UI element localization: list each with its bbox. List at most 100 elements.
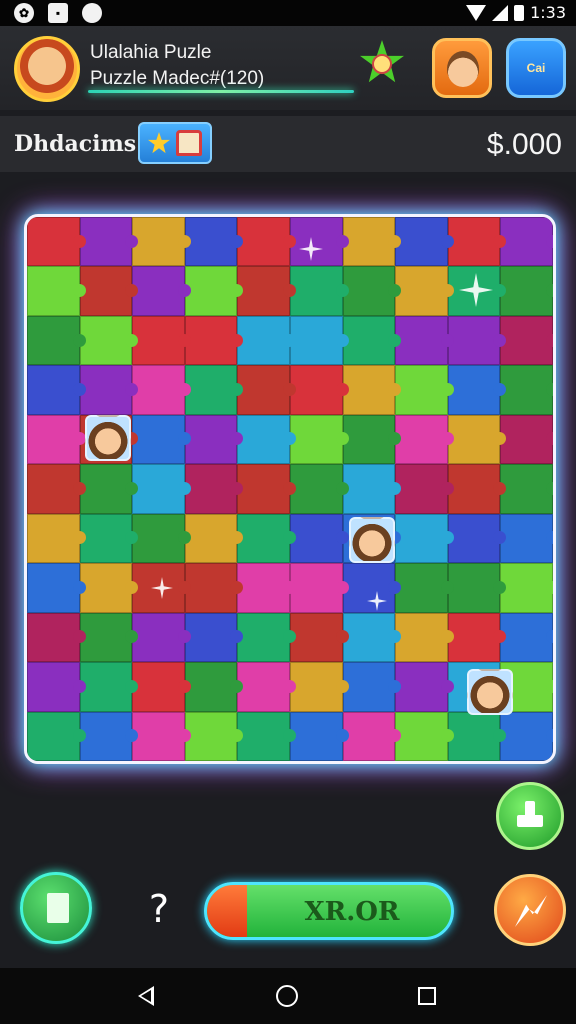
- puzzle-piece[interactable]: [289, 711, 349, 761]
- puzzle-piece[interactable]: [342, 563, 401, 613]
- puzzle-piece[interactable]: [500, 365, 553, 415]
- puzzle-piece[interactable]: [395, 711, 454, 761]
- puzzle-piece[interactable]: [184, 513, 243, 564]
- puzzle-piece[interactable]: [500, 513, 553, 564]
- puzzle-piece[interactable]: [289, 662, 349, 712]
- sort-button[interactable]: [20, 872, 92, 944]
- puzzle-piece[interactable]: [79, 513, 138, 564]
- puzzle-piece[interactable]: [237, 612, 296, 663]
- character-portrait-piece[interactable]: [85, 415, 131, 461]
- main-action-button[interactable]: XR.OR: [204, 882, 454, 940]
- puzzle-piece[interactable]: [342, 266, 401, 316]
- puzzle-piece[interactable]: [289, 315, 349, 366]
- puzzle-piece[interactable]: [289, 612, 349, 663]
- puzzle-piece[interactable]: [289, 217, 349, 267]
- character-portrait-piece[interactable]: [349, 517, 395, 563]
- puzzle-piece[interactable]: [132, 414, 191, 465]
- puzzle-piece[interactable]: [184, 266, 243, 316]
- puzzle-piece[interactable]: [184, 563, 243, 613]
- puzzle-piece[interactable]: [289, 464, 349, 514]
- puzzle-piece[interactable]: [79, 464, 138, 514]
- back-icon[interactable]: [138, 986, 154, 1006]
- puzzle-piece[interactable]: [289, 365, 349, 415]
- puzzle-piece[interactable]: [237, 711, 296, 761]
- puzzle-piece[interactable]: [342, 217, 401, 267]
- puzzle-piece[interactable]: [447, 365, 506, 415]
- puzzle-piece[interactable]: [500, 464, 553, 514]
- puzzle-piece[interactable]: [395, 464, 454, 514]
- puzzle-piece[interactable]: [132, 365, 191, 415]
- puzzle-piece[interactable]: [500, 217, 553, 267]
- puzzle-piece[interactable]: [132, 266, 191, 316]
- puzzle-piece[interactable]: [27, 563, 86, 613]
- puzzle-piece[interactable]: [342, 414, 401, 465]
- home-icon[interactable]: [276, 985, 298, 1007]
- puzzle-piece[interactable]: [237, 217, 296, 267]
- puzzle-piece[interactable]: [447, 414, 506, 465]
- profile-button[interactable]: [432, 38, 492, 98]
- puzzle-piece[interactable]: [132, 662, 191, 712]
- recents-icon[interactable]: [418, 987, 436, 1005]
- puzzle-piece[interactable]: [447, 217, 506, 267]
- puzzle-piece[interactable]: [500, 414, 553, 465]
- puzzle-piece[interactable]: [447, 563, 506, 613]
- character-portrait-piece[interactable]: [467, 669, 513, 715]
- puzzle-piece[interactable]: [289, 513, 349, 564]
- puzzle-piece[interactable]: [500, 612, 553, 663]
- puzzle-piece[interactable]: [237, 513, 296, 564]
- puzzle-piece[interactable]: [395, 612, 454, 663]
- puzzle-board[interactable]: [24, 214, 556, 764]
- puzzle-piece[interactable]: [237, 414, 296, 465]
- puzzle-piece[interactable]: [500, 315, 553, 366]
- hint-button[interactable]: [496, 782, 564, 850]
- puzzle-piece[interactable]: [132, 513, 191, 564]
- puzzle-piece[interactable]: [184, 414, 243, 465]
- puzzle-piece[interactable]: [27, 365, 86, 415]
- puzzle-piece[interactable]: [395, 266, 454, 316]
- puzzle-piece[interactable]: [342, 464, 401, 514]
- puzzle-piece[interactable]: [289, 414, 349, 465]
- puzzle-piece[interactable]: [237, 315, 296, 366]
- puzzle-piece[interactable]: [289, 266, 349, 316]
- puzzle-piece[interactable]: [79, 711, 138, 761]
- puzzle-piece[interactable]: [447, 464, 506, 514]
- puzzle-piece[interactable]: [132, 217, 191, 267]
- puzzle-piece[interactable]: [27, 662, 86, 712]
- puzzle-piece[interactable]: [184, 217, 243, 267]
- puzzle-piece[interactable]: [342, 365, 401, 415]
- puzzle-piece[interactable]: [79, 266, 138, 316]
- puzzle-piece[interactable]: [237, 365, 296, 415]
- puzzle-piece[interactable]: [79, 315, 138, 366]
- puzzle-piece[interactable]: [342, 612, 401, 663]
- puzzle-piece[interactable]: [342, 662, 401, 712]
- puzzle-piece[interactable]: [79, 365, 138, 415]
- puzzle-piece[interactable]: [184, 464, 243, 514]
- puzzle-piece[interactable]: [184, 662, 243, 712]
- puzzle-piece[interactable]: [184, 315, 243, 366]
- puzzle-piece[interactable]: [184, 365, 243, 415]
- puzzle-piece[interactable]: [27, 266, 86, 316]
- puzzle-piece[interactable]: [395, 563, 454, 613]
- puzzle-piece[interactable]: [395, 365, 454, 415]
- puzzle-piece[interactable]: [395, 217, 454, 267]
- puzzle-piece[interactable]: [342, 315, 401, 366]
- puzzle-piece[interactable]: [27, 414, 86, 465]
- puzzle-piece[interactable]: [132, 315, 191, 366]
- puzzle-piece[interactable]: [132, 464, 191, 514]
- player-avatar[interactable]: [14, 36, 80, 102]
- puzzle-piece[interactable]: [342, 711, 401, 761]
- puzzle-piece[interactable]: [237, 464, 296, 514]
- puzzle-piece[interactable]: [237, 563, 296, 613]
- undo-button[interactable]: ?: [136, 886, 182, 932]
- star-badge-icon[interactable]: [350, 40, 414, 92]
- boost-button[interactable]: [494, 874, 566, 946]
- puzzle-piece[interactable]: [79, 662, 138, 712]
- puzzle-piece[interactable]: [395, 315, 454, 366]
- puzzle-piece[interactable]: [184, 612, 243, 663]
- shop-button[interactable]: Cai: [506, 38, 566, 98]
- puzzle-piece[interactable]: [447, 315, 506, 366]
- puzzle-piece[interactable]: [447, 513, 506, 564]
- puzzle-piece[interactable]: [132, 711, 191, 761]
- rewards-button[interactable]: [138, 122, 212, 164]
- puzzle-piece[interactable]: [500, 266, 553, 316]
